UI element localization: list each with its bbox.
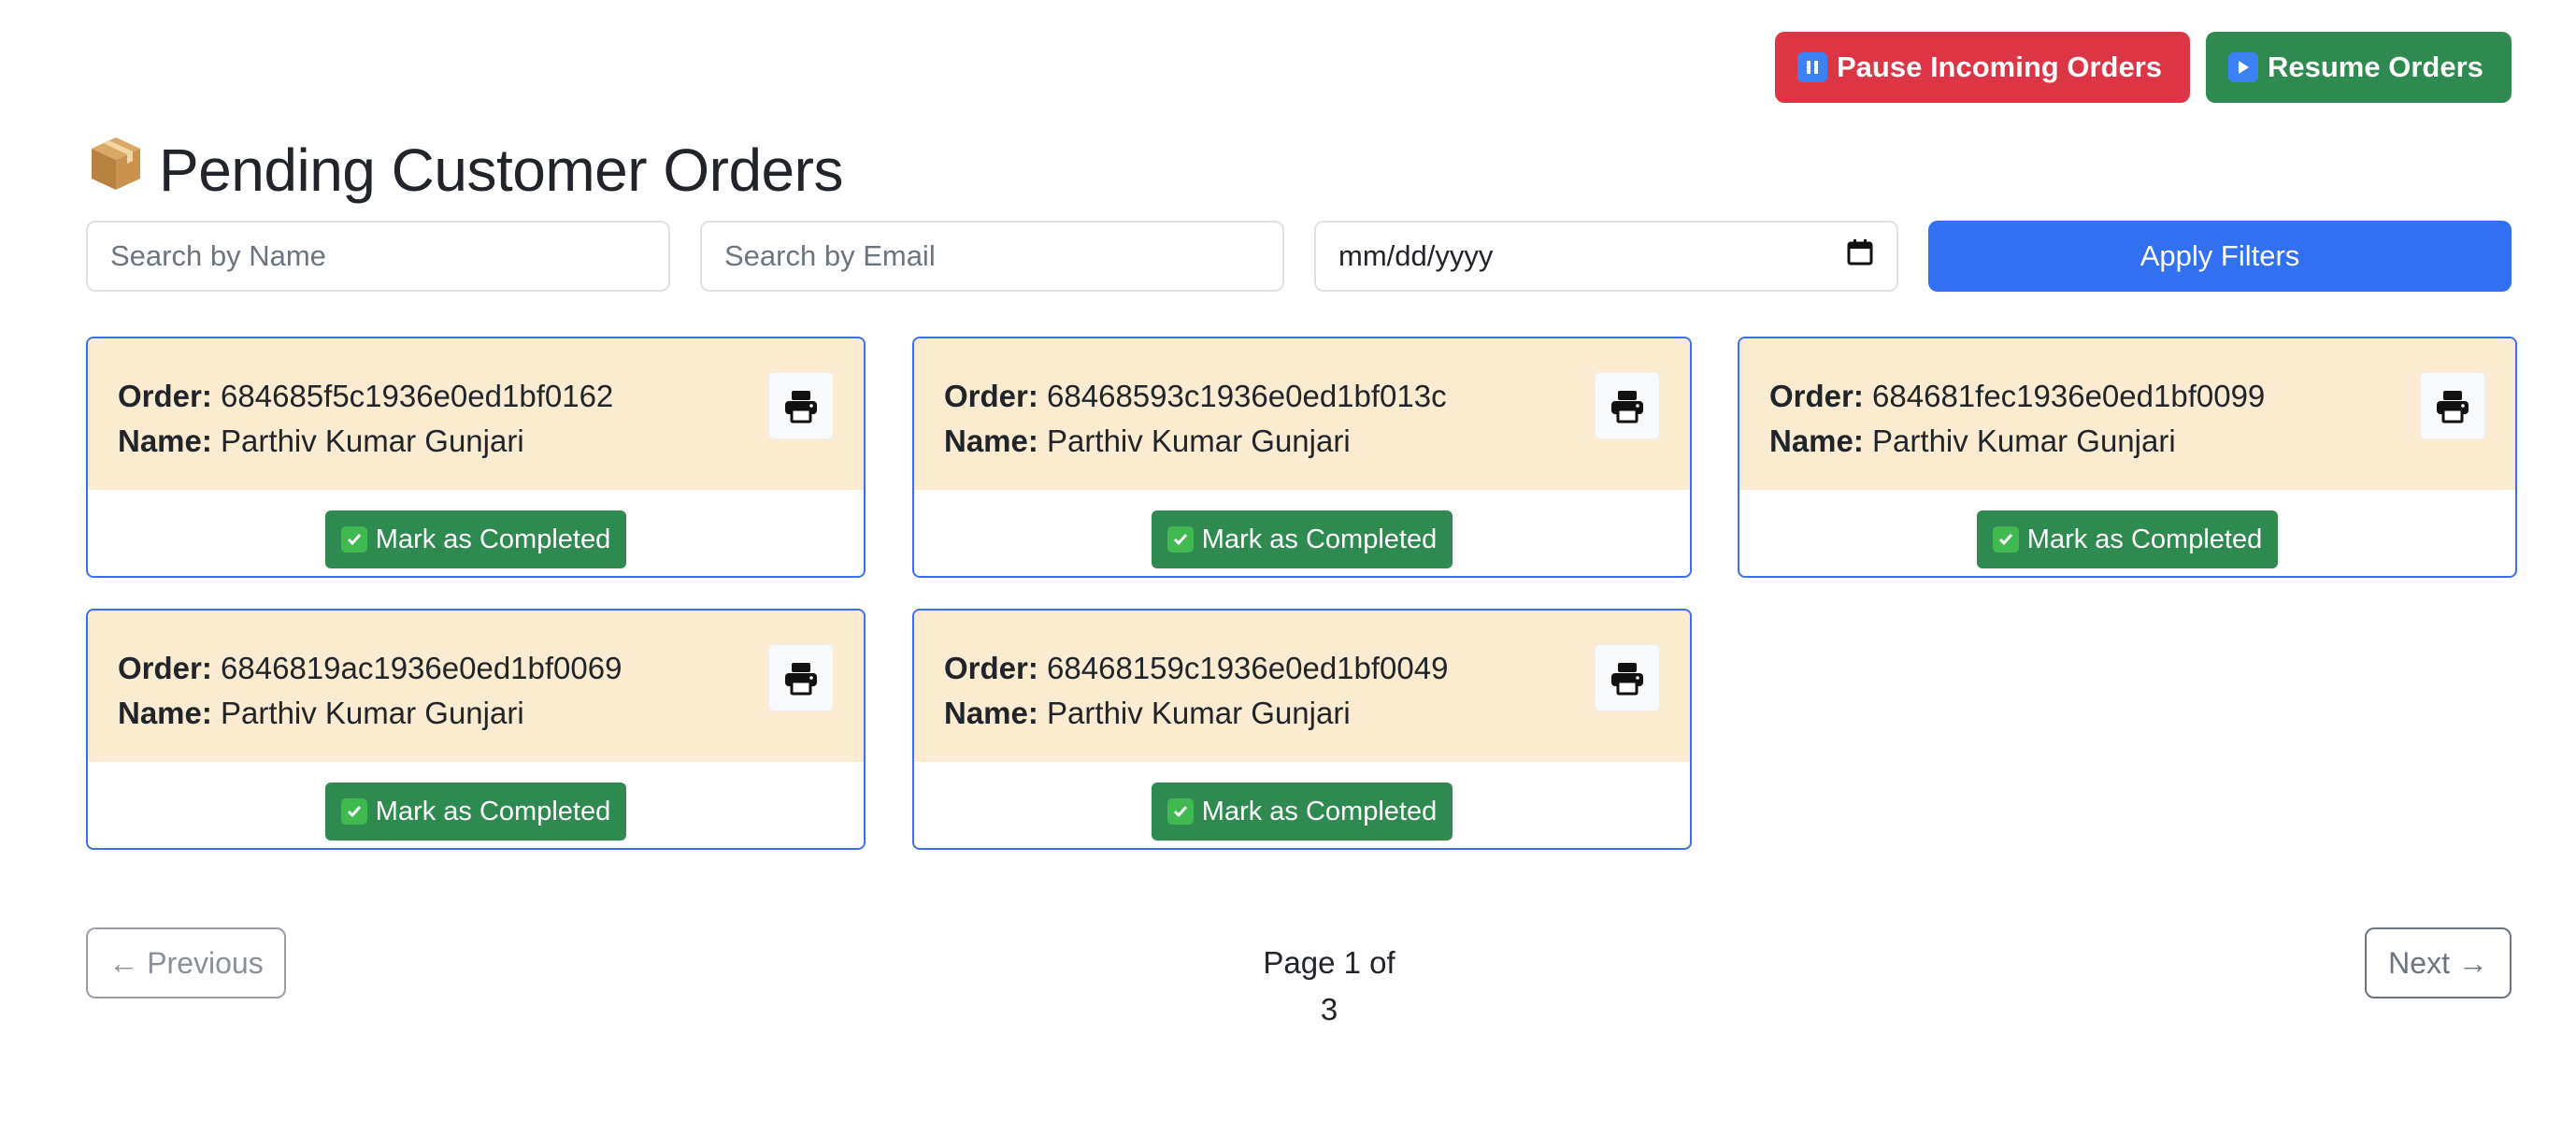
order-card: Order: 684685f5c1936e0ed1bf0162 Name: Pa… — [86, 337, 866, 578]
order-id-line: Order: 6846819ac1936e0ed1bf0069 — [118, 646, 834, 691]
check-icon — [340, 798, 367, 825]
order-label: Order: — [118, 379, 212, 413]
name-label: Name: — [944, 424, 1038, 458]
order-card: Order: 684681fec1936e0ed1bf0099 Name: Pa… — [1738, 337, 2517, 578]
mark-completed-button[interactable]: Mark as Completed — [1152, 510, 1453, 568]
filter-bar: mm/dd/yyyy Apply Filters — [86, 221, 2512, 292]
order-card-footer: Mark as Completed — [914, 762, 1690, 848]
order-id: 68468159c1936e0ed1bf0049 — [1047, 651, 1449, 685]
customer-name-line: Name: Parthiv Kumar Gunjari — [118, 691, 834, 736]
check-icon — [1166, 798, 1194, 825]
name-label: Name: — [118, 696, 212, 730]
mark-completed-button[interactable]: Mark as Completed — [1977, 510, 2278, 568]
order-card-header: Order: 684685f5c1936e0ed1bf0162 Name: Pa… — [88, 338, 864, 490]
customer-name: Parthiv Kumar Gunjari — [1872, 424, 2176, 458]
check-icon — [1992, 526, 2019, 553]
order-intake-controls: Pause Incoming Orders Resume Orders — [1775, 32, 2512, 103]
print-button[interactable] — [768, 372, 834, 439]
print-button[interactable] — [1595, 644, 1660, 711]
resume-orders-button[interactable]: Resume Orders — [2206, 32, 2512, 103]
page-indicator: Page 1 of 3 — [1263, 945, 1395, 1027]
order-id: 68468593c1936e0ed1bf013c — [1047, 379, 1447, 413]
customer-name: Parthiv Kumar Gunjari — [221, 424, 524, 458]
printer-icon — [2437, 391, 2469, 424]
pause-orders-button[interactable]: Pause Incoming Orders — [1775, 32, 2190, 103]
order-label: Order: — [118, 651, 212, 685]
order-label: Order: — [1769, 379, 1864, 413]
order-card-header: Order: 684681fec1936e0ed1bf0099 Name: Pa… — [1739, 338, 2515, 490]
package-icon — [86, 134, 159, 208]
printer-icon — [785, 391, 817, 424]
order-id: 6846819ac1936e0ed1bf0069 — [221, 651, 623, 685]
name-label: Name: — [1769, 424, 1864, 458]
order-id: 684681fec1936e0ed1bf0099 — [1872, 379, 2266, 413]
order-id-line: Order: 68468593c1936e0ed1bf013c — [944, 374, 1660, 419]
customer-name-line: Name: Parthiv Kumar Gunjari — [1769, 419, 2485, 464]
customer-name-line: Name: Parthiv Kumar Gunjari — [944, 691, 1660, 736]
order-card-footer: Mark as Completed — [88, 490, 864, 576]
mark-completed-label: Mark as Completed — [1201, 796, 1438, 826]
printer-icon — [1611, 663, 1643, 696]
customer-name: Parthiv Kumar Gunjari — [1047, 424, 1351, 458]
order-card-header: Order: 68468159c1936e0ed1bf0049 Name: Pa… — [914, 611, 1690, 762]
name-label: Name: — [118, 424, 212, 458]
check-icon — [340, 526, 367, 553]
order-card-footer: Mark as Completed — [914, 490, 1690, 576]
order-card-footer: Mark as Completed — [1739, 490, 2515, 576]
customer-name-line: Name: Parthiv Kumar Gunjari — [944, 419, 1660, 464]
mark-completed-label: Mark as Completed — [1201, 524, 1438, 554]
search-email-input[interactable] — [700, 221, 1284, 292]
pause-orders-label: Pause Incoming Orders — [1837, 50, 2162, 83]
name-label: Name: — [944, 696, 1038, 730]
order-card: Order: 6846819ac1936e0ed1bf0069 Name: Pa… — [86, 609, 866, 850]
order-card-header: Order: 6846819ac1936e0ed1bf0069 Name: Pa… — [88, 611, 864, 762]
check-icon — [1166, 526, 1194, 553]
mark-completed-button[interactable]: Mark as Completed — [325, 783, 626, 840]
customer-name: Parthiv Kumar Gunjari — [221, 696, 524, 730]
order-card-header: Order: 68468593c1936e0ed1bf013c Name: Pa… — [914, 338, 1690, 490]
previous-page-button[interactable]: ← Previous — [86, 927, 286, 999]
next-page-button[interactable]: Next → — [2365, 927, 2512, 999]
search-name-input[interactable] — [86, 221, 670, 292]
date-placeholder: mm/dd/yyyy — [1338, 239, 1494, 272]
order-card: Order: 68468159c1936e0ed1bf0049 Name: Pa… — [912, 609, 1692, 850]
mark-completed-button[interactable]: Mark as Completed — [325, 510, 626, 568]
mark-completed-label: Mark as Completed — [375, 796, 611, 826]
printer-icon — [785, 663, 817, 696]
order-card-footer: Mark as Completed — [88, 762, 864, 848]
calendar-icon[interactable] — [1846, 238, 1874, 274]
resume-orders-label: Resume Orders — [2268, 50, 2483, 83]
order-label: Order: — [944, 379, 1038, 413]
order-id-line: Order: 684681fec1936e0ed1bf0099 — [1769, 374, 2485, 419]
order-label: Order: — [944, 651, 1038, 685]
print-button[interactable] — [2420, 372, 2485, 439]
print-button[interactable] — [768, 644, 834, 711]
order-id-line: Order: 684685f5c1936e0ed1bf0162 — [118, 374, 834, 419]
date-filter-input[interactable]: mm/dd/yyyy — [1314, 221, 1898, 292]
play-icon — [2228, 52, 2258, 82]
order-card: Order: 68468593c1936e0ed1bf013c Name: Pa… — [912, 337, 1692, 578]
orders-page: Pause Incoming Orders Resume Orders Pend… — [0, 0, 2576, 1135]
apply-filters-button[interactable]: Apply Filters — [1928, 221, 2512, 292]
mark-completed-label: Mark as Completed — [375, 524, 611, 554]
print-button[interactable] — [1595, 372, 1660, 439]
page-title-text: Pending Customer Orders — [159, 136, 843, 204]
order-id: 684685f5c1936e0ed1bf0162 — [221, 379, 614, 413]
mark-completed-button[interactable]: Mark as Completed — [1152, 783, 1453, 840]
mark-completed-label: Mark as Completed — [2026, 524, 2263, 554]
customer-name-line: Name: Parthiv Kumar Gunjari — [118, 419, 834, 464]
page-title: Pending Customer Orders — [86, 131, 843, 209]
printer-icon — [1611, 391, 1643, 424]
order-id-line: Order: 68468159c1936e0ed1bf0049 — [944, 646, 1660, 691]
customer-name: Parthiv Kumar Gunjari — [1047, 696, 1351, 730]
pause-icon — [1797, 52, 1827, 82]
